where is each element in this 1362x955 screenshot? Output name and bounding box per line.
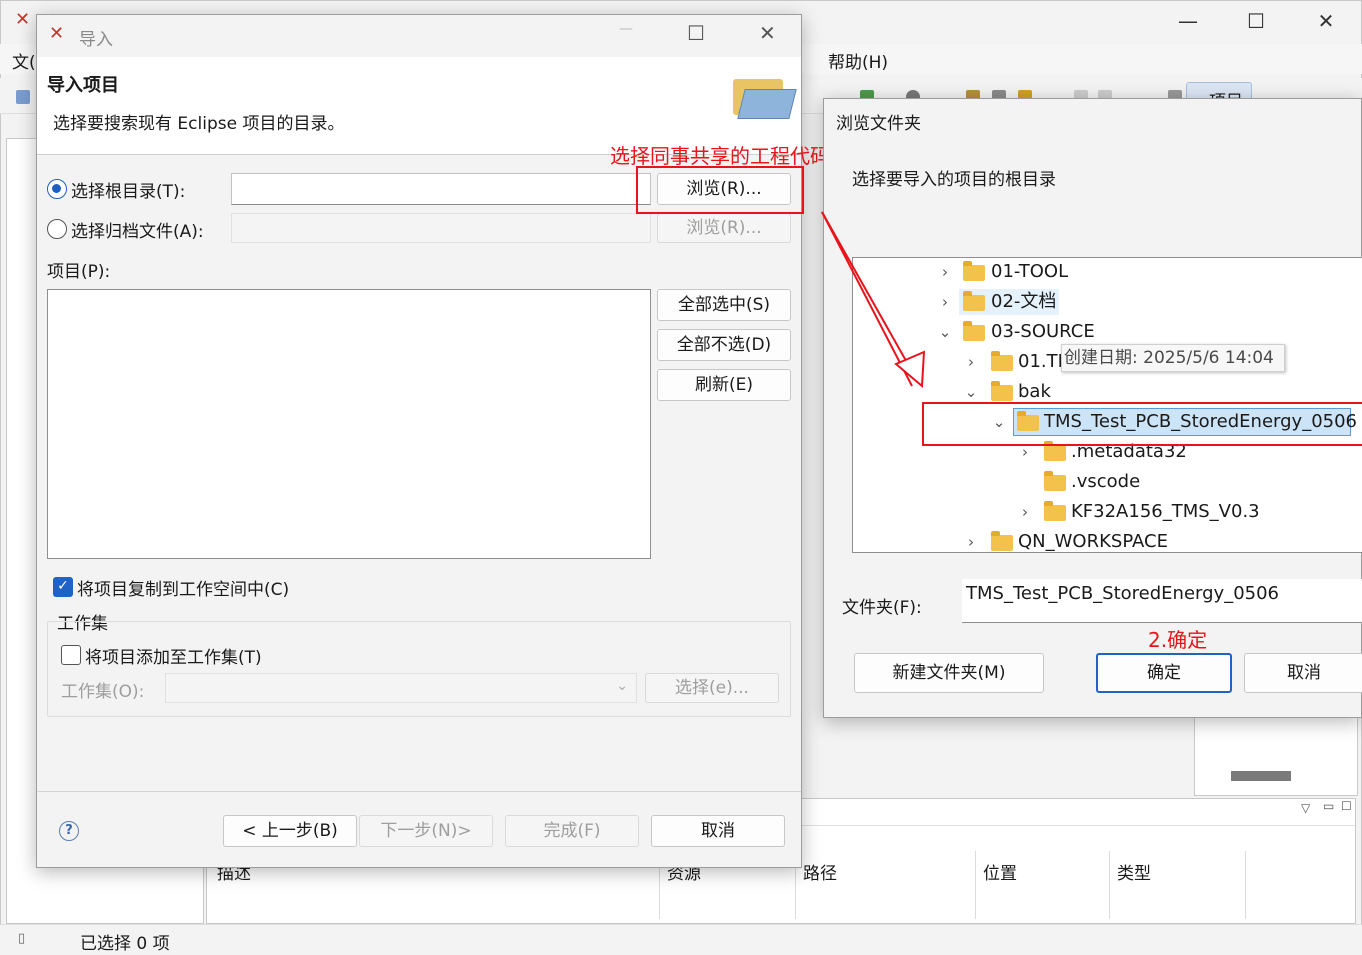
annotation-arrow [821, 211, 926, 389]
